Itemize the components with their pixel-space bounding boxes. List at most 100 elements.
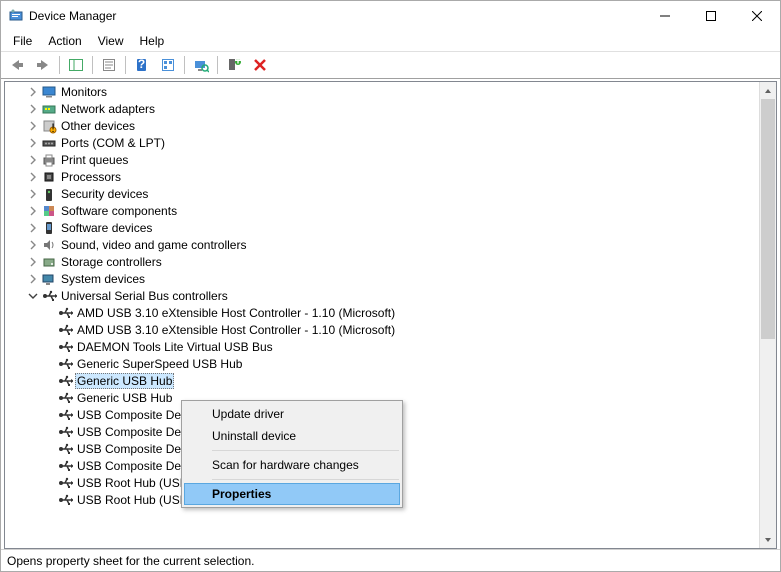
expand-toggle[interactable] xyxy=(27,86,39,98)
category-label: Software devices xyxy=(61,221,152,235)
toolbar-separator xyxy=(59,56,60,74)
menu-file[interactable]: File xyxy=(5,32,40,50)
usb-device-icon xyxy=(57,322,73,338)
action-button[interactable] xyxy=(156,54,180,76)
expand-toggle[interactable] xyxy=(27,103,39,115)
context-menu: Update driver Uninstall device Scan for … xyxy=(181,400,403,508)
port-icon xyxy=(41,135,57,151)
ctx-separator xyxy=(212,479,399,480)
tree-category[interactable]: Software devices xyxy=(5,219,759,236)
tree-category[interactable]: Network adapters xyxy=(5,100,759,117)
ctx-uninstall-device[interactable]: Uninstall device xyxy=(184,425,400,447)
tree-category[interactable]: Storage controllers xyxy=(5,253,759,270)
tree-device[interactable]: DAEMON Tools Lite Virtual USB Bus xyxy=(5,338,759,355)
device-label: AMD USB 3.10 eXtensible Host Controller … xyxy=(77,323,395,337)
tree-category[interactable]: Sound, video and game controllers xyxy=(5,236,759,253)
tree-category[interactable]: Universal Serial Bus controllers xyxy=(5,287,759,304)
category-label: System devices xyxy=(61,272,145,286)
window-title: Device Manager xyxy=(29,9,642,23)
toolbar-separator xyxy=(184,56,185,74)
monitor-icon xyxy=(41,84,57,100)
category-label: Sound, video and game controllers xyxy=(61,238,246,252)
scan-hardware-button[interactable] xyxy=(189,54,213,76)
ctx-scan-hardware[interactable]: Scan for hardware changes xyxy=(184,454,400,476)
device-label: DAEMON Tools Lite Virtual USB Bus xyxy=(77,340,273,354)
menu-view[interactable]: View xyxy=(90,32,132,50)
usb-icon xyxy=(41,288,57,304)
category-label: Storage controllers xyxy=(61,255,162,269)
usb-device-icon xyxy=(57,441,73,457)
tree-category[interactable]: Software components xyxy=(5,202,759,219)
network-icon xyxy=(41,101,57,117)
device-label: Generic USB Hub xyxy=(75,373,174,389)
svg-text:?: ? xyxy=(138,57,145,71)
toolbar: ? + xyxy=(1,51,780,79)
scroll-thumb[interactable] xyxy=(761,99,775,339)
minimize-button[interactable] xyxy=(642,2,688,30)
usb-device-icon xyxy=(57,339,73,355)
close-button[interactable] xyxy=(734,2,780,30)
menu-help[interactable]: Help xyxy=(132,32,173,50)
scroll-up-arrow[interactable] xyxy=(760,82,776,99)
expand-toggle[interactable] xyxy=(27,222,39,234)
usb-device-icon xyxy=(57,458,73,474)
ctx-separator xyxy=(212,450,399,451)
title-bar: Device Manager xyxy=(1,1,780,31)
scroll-down-arrow[interactable] xyxy=(760,531,776,548)
category-label: Network adapters xyxy=(61,102,155,116)
menu-action[interactable]: Action xyxy=(40,32,89,50)
expand-toggle[interactable] xyxy=(27,137,39,149)
menu-bar: File Action View Help xyxy=(1,31,780,51)
back-button[interactable] xyxy=(5,54,29,76)
forward-button[interactable] xyxy=(31,54,55,76)
expand-toggle[interactable] xyxy=(27,154,39,166)
vertical-scrollbar[interactable] xyxy=(759,82,776,548)
expand-toggle[interactable] xyxy=(27,290,39,302)
toolbar-separator xyxy=(92,56,93,74)
tree-device[interactable]: Generic SuperSpeed USB Hub xyxy=(5,355,759,372)
category-label: Print queues xyxy=(61,153,128,167)
usb-device-icon xyxy=(57,390,73,406)
swdev-icon xyxy=(41,220,57,236)
expand-toggle[interactable] xyxy=(27,188,39,200)
tree-device[interactable]: Generic USB Hub xyxy=(5,372,759,389)
expand-toggle[interactable] xyxy=(27,171,39,183)
other-icon: ! xyxy=(41,118,57,134)
ctx-update-driver[interactable]: Update driver xyxy=(184,403,400,425)
system-icon xyxy=(41,271,57,287)
ctx-properties[interactable]: Properties xyxy=(184,483,400,505)
uninstall-button[interactable] xyxy=(248,54,272,76)
tree-device[interactable]: AMD USB 3.10 eXtensible Host Controller … xyxy=(5,321,759,338)
tree-category[interactable]: Processors xyxy=(5,168,759,185)
svg-text:!: ! xyxy=(51,121,54,134)
category-label: Other devices xyxy=(61,119,135,133)
device-label: Generic SuperSpeed USB Hub xyxy=(77,357,242,371)
properties-button[interactable] xyxy=(97,54,121,76)
status-text: Opens property sheet for the current sel… xyxy=(7,554,254,568)
usb-device-icon xyxy=(57,305,73,321)
expand-toggle[interactable] xyxy=(27,239,39,251)
usb-device-icon xyxy=(57,407,73,423)
expand-toggle[interactable] xyxy=(27,273,39,285)
expand-toggle[interactable] xyxy=(27,120,39,132)
tree-category[interactable]: Security devices xyxy=(5,185,759,202)
expand-toggle[interactable] xyxy=(27,256,39,268)
maximize-button[interactable] xyxy=(688,2,734,30)
category-label: Ports (COM & LPT) xyxy=(61,136,165,150)
sound-icon xyxy=(41,237,57,253)
usb-device-icon xyxy=(57,356,73,372)
category-label: Processors xyxy=(61,170,121,184)
show-hide-tree-button[interactable] xyxy=(64,54,88,76)
tree-category[interactable]: Print queues xyxy=(5,151,759,168)
tree-device[interactable]: AMD USB 3.10 eXtensible Host Controller … xyxy=(5,304,759,321)
usb-device-icon xyxy=(57,492,73,508)
tree-category[interactable]: System devices xyxy=(5,270,759,287)
tree-category[interactable]: ! Other devices xyxy=(5,117,759,134)
tree-category[interactable]: Ports (COM & LPT) xyxy=(5,134,759,151)
tree-category[interactable]: Monitors xyxy=(5,83,759,100)
usb-device-icon xyxy=(57,373,73,389)
help-button[interactable]: ? xyxy=(130,54,154,76)
add-legacy-button[interactable]: + xyxy=(222,54,246,76)
expand-toggle[interactable] xyxy=(27,205,39,217)
usb-device-icon xyxy=(57,424,73,440)
